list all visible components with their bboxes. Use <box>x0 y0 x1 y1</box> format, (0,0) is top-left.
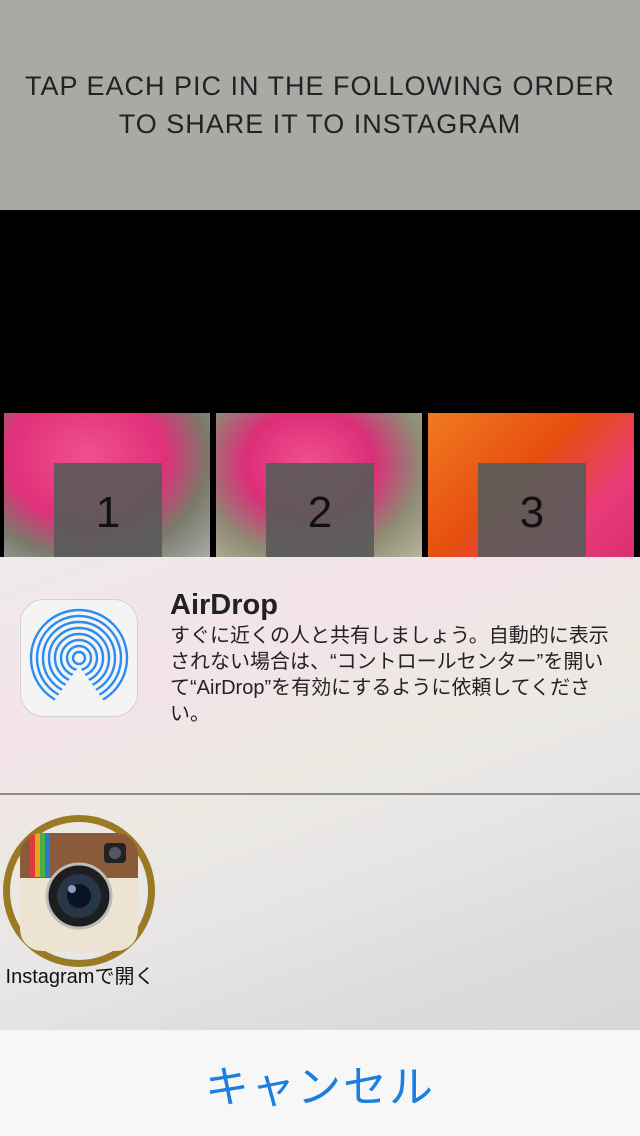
instagram-icon[interactable] <box>20 833 138 951</box>
preview-area <box>0 210 640 413</box>
airdrop-icon[interactable] <box>20 599 138 717</box>
order-number: 2 <box>266 463 374 557</box>
thumbnail-1[interactable]: 1 <box>4 413 210 557</box>
order-number: 1 <box>54 463 162 557</box>
thumbnail-2[interactable]: 2 <box>216 413 422 557</box>
share-sheet: AirDrop すぐに近くの人と共有しましょう。自動的に表示されない場合は、“コ… <box>0 557 640 1030</box>
instruction-line-2: TO SHARE IT TO INSTAGRAM <box>118 109 522 139</box>
instruction-line-1: TAP EACH PIC IN THE FOLLOWING ORDER <box>24 71 616 101</box>
thumbnail-3[interactable]: 3 <box>428 413 634 557</box>
thumbnail-strip: 1 2 3 <box>0 413 640 557</box>
instagram-label: Instagramで開く <box>5 966 155 988</box>
open-in-instagram-button[interactable]: Instagramで開く <box>0 815 160 1015</box>
order-number: 3 <box>478 463 586 557</box>
cancel-button[interactable]: キャンセル <box>0 1030 640 1136</box>
airdrop-title: AirDrop <box>170 589 278 621</box>
divider <box>0 793 640 795</box>
instruction-banner: TAP EACH PIC IN THE FOLLOWING ORDER TO S… <box>0 0 640 210</box>
cancel-label: キャンセル <box>205 1063 435 1112</box>
airdrop-description: すぐに近くの人と共有しましょう。自動的に表示されない場合は、“コントロールセンタ… <box>170 625 609 725</box>
